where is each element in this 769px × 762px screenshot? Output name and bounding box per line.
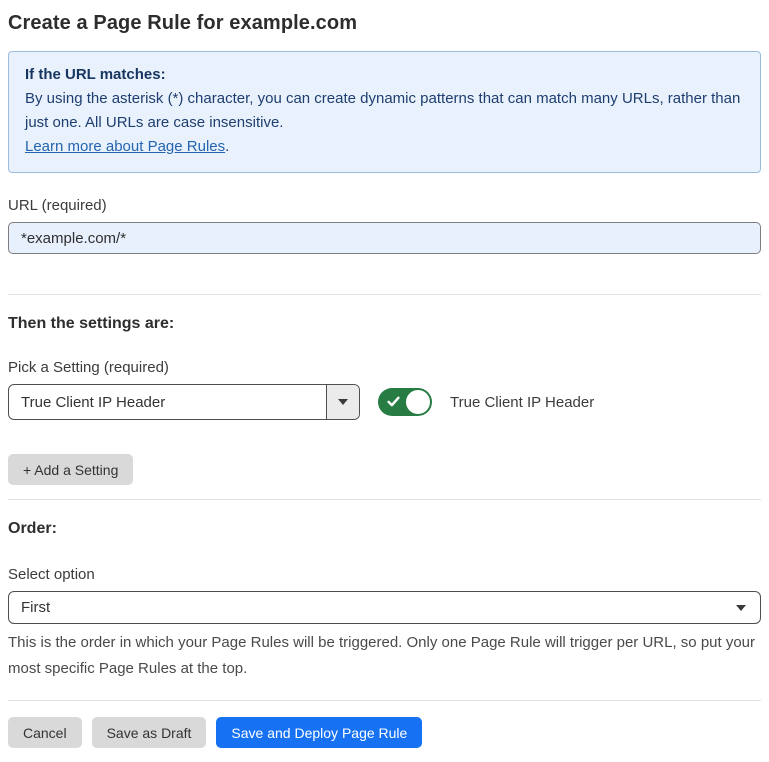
- info-box-heading: If the URL matches:: [25, 63, 744, 87]
- order-select-value: First: [21, 599, 50, 616]
- order-select[interactable]: First: [8, 591, 761, 624]
- add-setting-button[interactable]: + Add a Setting: [8, 454, 133, 485]
- url-field-label: URL (required): [8, 197, 761, 214]
- toggle-knob: [406, 390, 430, 414]
- url-match-info-box: If the URL matches: By using the asteris…: [8, 51, 761, 173]
- link-suffix: .: [225, 138, 229, 155]
- setting-select-value: True Client IP Header: [9, 385, 326, 419]
- order-help-text: This is the order in which your Page Rul…: [8, 630, 761, 682]
- settings-section-heading: Then the settings are:: [8, 315, 761, 333]
- chevron-down-icon: [736, 605, 746, 611]
- learn-more-link[interactable]: Learn more about Page Rules: [25, 138, 225, 155]
- info-box-link-line: Learn more about Page Rules.: [25, 135, 744, 159]
- url-input[interactable]: [8, 222, 761, 254]
- pick-setting-label: Pick a Setting (required): [8, 359, 761, 376]
- setting-select[interactable]: True Client IP Header: [8, 384, 360, 420]
- info-box-body: By using the asterisk (*) character, you…: [25, 87, 744, 135]
- divider: [8, 499, 761, 500]
- toggle-label: True Client IP Header: [450, 394, 594, 411]
- divider: [8, 294, 761, 295]
- save-draft-button[interactable]: Save as Draft: [92, 717, 207, 748]
- setting-select-arrow-button[interactable]: [326, 385, 359, 419]
- divider: [8, 700, 761, 701]
- footer-actions: Cancel Save as Draft Save and Deploy Pag…: [8, 717, 761, 748]
- true-client-ip-toggle[interactable]: [378, 388, 432, 416]
- setting-row: True Client IP Header True Client IP Hea…: [8, 384, 761, 420]
- order-section-heading: Order:: [8, 520, 761, 538]
- order-select-label: Select option: [8, 566, 761, 583]
- page-title: Create a Page Rule for example.com: [8, 12, 761, 35]
- cancel-button[interactable]: Cancel: [8, 717, 82, 748]
- chevron-down-icon: [338, 399, 348, 405]
- save-deploy-button[interactable]: Save and Deploy Page Rule: [216, 717, 422, 748]
- check-icon: [387, 395, 400, 408]
